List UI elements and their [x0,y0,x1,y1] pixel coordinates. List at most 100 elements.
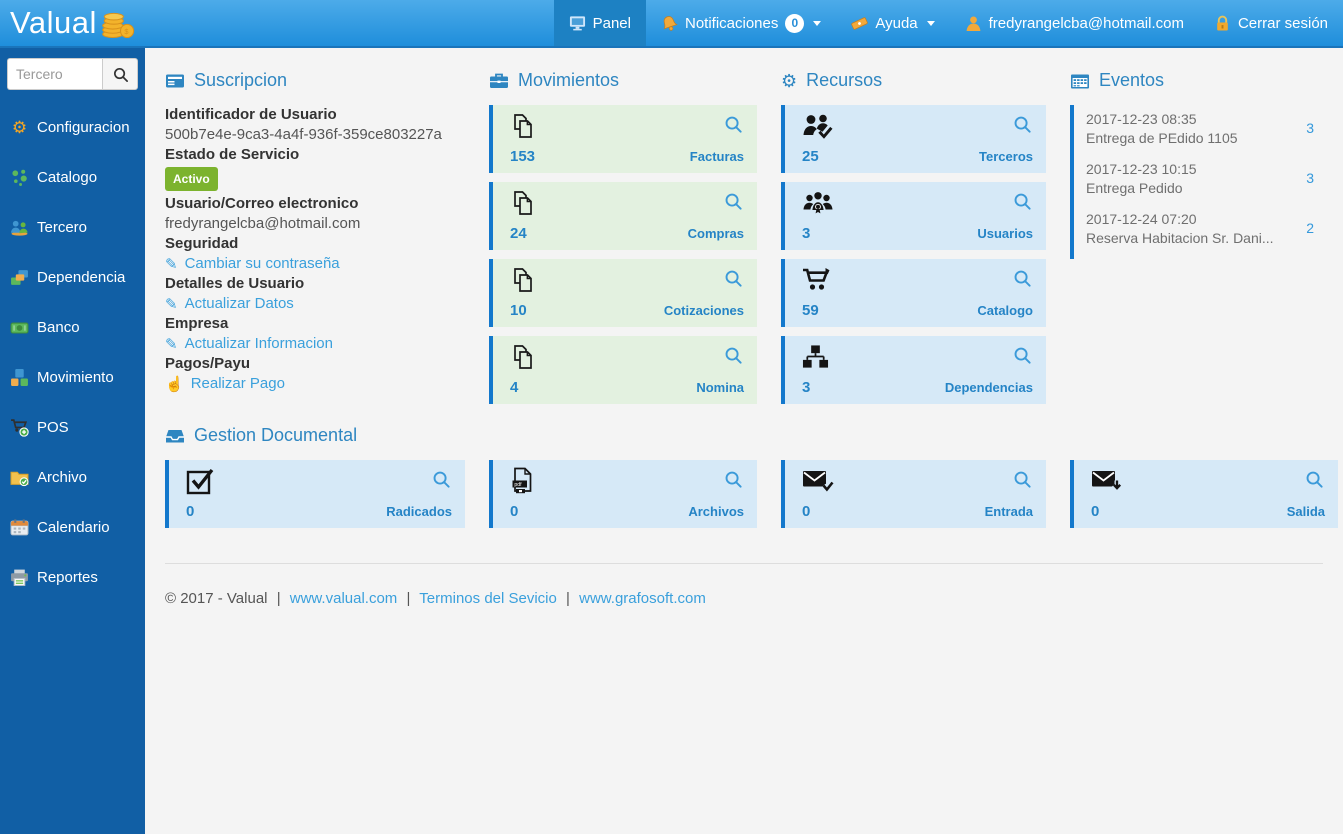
link-label: Cambiar su contraseña [184,255,340,272]
footer-separator: | [406,590,411,607]
sidebar-item-label: Tercero [37,218,88,236]
suscripcion-header: Suscripcion [165,70,465,91]
card-label[interactable]: Catalogo [977,303,1033,318]
card-label[interactable]: Archivos [688,504,744,519]
section-title: Suscripcion [194,70,288,90]
sidebar-item-label: Configuracion [37,118,130,136]
footer-link-valual[interactable]: www.valual.com [290,590,398,607]
footer-divider [165,563,1323,564]
magnifier-icon[interactable] [1012,345,1033,366]
magnifier-icon[interactable] [431,469,452,490]
movimientos-header: Movimientos [489,70,757,91]
nav-item-panel[interactable]: Panel [553,0,646,46]
magnifier-icon[interactable] [1012,469,1033,490]
magnifier-icon[interactable] [723,191,744,212]
nav-notifications-label: Notificaciones [684,14,779,32]
sidebar-item-configuracion[interactable]: ⚙ Configuracion [0,102,145,152]
nav-item-user[interactable]: fredyrangelcba@hotmail.com [950,0,1199,46]
field-label: Pagos/Payu [165,355,251,372]
card-count: 0 [1091,503,1100,520]
section-title: Movimientos [518,70,620,90]
pencil-icon: ✎ [165,295,178,313]
cash-icon [10,318,29,337]
link-label: Realizar Pago [190,375,285,392]
card-catalogo: 59 Catalogo [781,259,1046,327]
field-label: Estado de Servicio [165,146,300,163]
search-input[interactable] [7,58,102,90]
sidebar-item-label: Reportes [37,568,98,586]
field-label: Detalles de Usuario [165,275,305,292]
nav-item-notifications[interactable]: Notificaciones 0 [646,0,836,46]
checkbox-icon [186,467,214,495]
sidebar-item-movimiento[interactable]: Movimiento [0,352,145,402]
section-title: Eventos [1099,70,1165,90]
card-count: 24 [510,225,527,242]
nav-item-logout[interactable]: Cerrar sesión [1199,0,1343,46]
card-label[interactable]: Salida [1287,504,1325,519]
event-count: 3 [1306,170,1314,186]
card-label[interactable]: Dependencias [945,380,1033,395]
mail-in-icon [802,468,834,494]
sidebar-item-archivo[interactable]: Archivo [0,452,145,502]
event-item[interactable]: 2017-12-24 07:20 Reserva Habitacion Sr. … [1086,207,1338,257]
person-check-icon [802,113,834,139]
card-label[interactable]: Terceros [979,149,1033,164]
navbar-menu: Panel Notificaciones 0 Ayuda fredyrangel… [553,0,1343,46]
catalog-dots-icon [10,168,29,187]
magnifier-icon[interactable] [723,268,744,289]
section-title: Gestion Documental [194,425,358,445]
event-date: 2017-12-23 10:15 [1086,161,1197,177]
card-count: 153 [510,148,536,165]
event-item[interactable]: 2017-12-23 08:35 Entrega de PEdido 1105 … [1086,107,1338,157]
magnifier-icon[interactable] [723,345,744,366]
sidebar-item-tercero[interactable]: Tercero [0,202,145,252]
sidebar-item-pos[interactable]: POS [0,402,145,452]
brand-logo[interactable]: Valual [0,0,139,46]
footer-link-terminos[interactable]: Terminos del Sevicio [419,590,557,607]
sidebar-item-label: Calendario [37,518,110,536]
sidebar-item-reportes[interactable]: Reportes [0,552,145,602]
inbox-icon [165,427,185,445]
event-title: Reserva Habitacion Sr. Dani... [1086,230,1274,246]
people-icon [10,218,29,237]
magnifier-icon[interactable] [723,114,744,135]
search-button[interactable] [102,58,138,90]
field-label: Seguridad [165,235,239,252]
briefcase-icon [489,72,509,90]
event-title: Entrega Pedido [1086,180,1183,196]
section-movimientos: Movimientos 153 Facturas 24 Compras 10 C… [489,64,757,413]
field-label: Identificador de Usuario [165,106,337,123]
sidebar-item-calendario[interactable]: Calendario [0,502,145,552]
update-user-link[interactable]: ✎ Actualizar Datos [165,294,465,314]
card-label[interactable]: Radicados [386,504,452,519]
card-label[interactable]: Facturas [690,149,744,164]
magnifier-icon[interactable] [1304,469,1325,490]
card-label[interactable]: Usuarios [977,226,1033,241]
card-dependencias: 3 Dependencias [781,336,1046,404]
event-count: 2 [1306,220,1314,236]
card-label[interactable]: Cotizaciones [664,303,744,318]
event-item[interactable]: 2017-12-23 10:15 Entrega Pedido 3 [1086,157,1338,207]
sidebar-item-catalogo[interactable]: Catalogo [0,152,145,202]
card-count: 0 [510,503,519,520]
footer-link-grafosoft[interactable]: www.grafosoft.com [579,590,706,607]
card-label[interactable]: Entrada [985,504,1033,519]
magnifier-icon[interactable] [1012,191,1033,212]
change-password-link[interactable]: ✎ Cambiar su contraseña [165,254,465,274]
gear-icon: ⚙ [781,70,798,91]
make-payment-link[interactable]: ☝ Realizar Pago [165,374,465,394]
card-archivos: 0 Archivos [489,460,757,528]
card-label[interactable]: Compras [688,226,744,241]
nav-item-help[interactable]: Ayuda [836,0,949,46]
magnifier-icon[interactable] [1012,268,1033,289]
card-label[interactable]: Nomina [696,380,744,395]
calendar-grid-icon [1070,72,1090,90]
sidebar-item-dependencia[interactable]: Dependencia [0,252,145,302]
update-company-link[interactable]: ✎ Actualizar Informacion [165,334,465,354]
documents-icon [510,344,536,370]
magnifier-icon[interactable] [723,469,744,490]
event-title: Entrega de PEdido 1105 [1086,130,1238,146]
field-label: Empresa [165,315,229,332]
sidebar-item-banco[interactable]: Banco [0,302,145,352]
magnifier-icon[interactable] [1012,114,1033,135]
